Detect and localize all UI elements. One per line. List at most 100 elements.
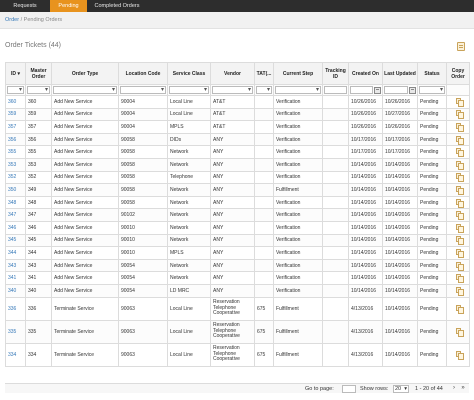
filter-location-code-select[interactable] (120, 86, 166, 94)
order-id-link[interactable]: 343 (5, 258, 26, 273)
table-row[interactable]: 356 356 Add New Service 90058 DIDs ANY Verific… (5, 132, 470, 147)
location-code-cell: 90058 (118, 195, 168, 210)
column-header-tracking-id[interactable]: Tracking ID (322, 62, 349, 85)
table-row[interactable]: 350 349 Add New Service 90058 Network ANY Fulf… (5, 183, 470, 197)
order-id-link[interactable]: 346 (5, 220, 26, 235)
filter-service-class-select[interactable] (169, 86, 209, 94)
order-id-link[interactable]: 341 (5, 271, 26, 285)
copy-icon[interactable] (455, 327, 464, 337)
copy-icon[interactable] (455, 350, 464, 360)
filter-created-on-input[interactable] (350, 86, 373, 94)
tracking-id-cell (322, 233, 349, 248)
table-row[interactable]: 335 335 Terminate Service 90063 Local Line Re… (5, 319, 470, 344)
copy-icon[interactable] (455, 135, 464, 145)
copy-icon[interactable] (455, 286, 464, 296)
status-cell: Pending (417, 107, 447, 122)
table-row[interactable]: 360 360 Add New Service 90004 Local Line AT&T… (5, 95, 470, 109)
column-header-status[interactable]: Status (417, 62, 447, 85)
created-on-cell: 10/26/2016 (348, 95, 383, 109)
filter-id-select[interactable] (7, 86, 24, 94)
copy-icon[interactable] (455, 198, 464, 208)
calendar-icon[interactable] (409, 86, 416, 94)
column-header-id[interactable]: ID ▾ (5, 62, 26, 85)
breadcrumb-order-link[interactable]: Order (5, 17, 19, 23)
order-id-link[interactable]: 355 (5, 145, 26, 159)
column-header-last-updated[interactable]: Last Updated (382, 62, 418, 85)
filter-current-step-select[interactable] (275, 86, 321, 94)
order-id-link[interactable]: 345 (5, 233, 26, 248)
export-icon[interactable] (457, 42, 465, 51)
column-header-tat[interactable]: TAT(... (254, 62, 274, 85)
column-header-master-order[interactable]: Master Order (25, 62, 52, 85)
copy-icon[interactable] (455, 236, 464, 246)
order-id-link[interactable]: 350 (5, 183, 26, 197)
table-row[interactable]: 341 341 Add New Service 90054 Network ANY Veri… (5, 271, 470, 285)
filter-order-type-select[interactable] (53, 86, 117, 94)
table-row[interactable]: 359 359 Add New Service 90004 Local Line AT&T… (5, 107, 470, 122)
table-row[interactable]: 336 336 Terminate Service 90063 Local Line Re… (5, 296, 470, 321)
last-updated-cell: 10/14/2016 (382, 208, 418, 222)
column-header-current-step[interactable]: Current Step (273, 62, 323, 85)
table-row[interactable]: 355 355 Add New Service 90058 Network ANY Veri… (5, 145, 470, 159)
rows-per-page-select[interactable]: 20 ▾ (393, 385, 409, 393)
table-row[interactable]: 345 345 Add New Service 90010 Network ANY Veri… (5, 233, 470, 248)
filter-tracking-id-input[interactable] (324, 86, 347, 94)
tab-completed-orders[interactable]: Completed Orders (87, 0, 147, 12)
table-row[interactable]: 352 352 Add New Service 90058 Telephone ANY Ve… (5, 170, 470, 185)
copy-icon[interactable] (455, 122, 464, 132)
column-header-vendor[interactable]: Vendor (210, 62, 255, 85)
copy-icon[interactable] (455, 223, 464, 233)
table-row[interactable]: 353 353 Add New Service 90058 Network ANY Veri… (5, 157, 470, 172)
column-header-created-on[interactable]: Created On (348, 62, 383, 85)
master-order-cell: 357 (25, 120, 52, 134)
order-id-link[interactable]: 352 (5, 170, 26, 185)
order-id-link[interactable]: 360 (5, 95, 26, 109)
order-id-link[interactable]: 340 (5, 283, 26, 298)
tab-pending-orders[interactable]: Pending Orders (50, 0, 87, 21)
copy-icon[interactable] (455, 97, 464, 107)
copy-icon[interactable] (455, 160, 464, 170)
table-row[interactable]: 343 343 Add New Service 90054 Network ANY Veri… (5, 258, 470, 273)
table-row[interactable]: 357 357 Add New Service 90004 MPLS AT&T Verifi… (5, 120, 470, 134)
table-row[interactable]: 348 348 Add New Service 90058 Network ANY Veri… (5, 195, 470, 210)
column-header-service-class[interactable]: Service Class (167, 62, 211, 85)
order-id-link[interactable]: 347 (5, 208, 26, 222)
filter-tat-select[interactable] (256, 86, 272, 94)
filter-master-order-select[interactable] (27, 86, 50, 94)
filter-vendor-select[interactable] (212, 86, 253, 94)
table-row[interactable]: 334 334 Terminate Service 90063 Local Line Re… (5, 342, 470, 367)
copy-icon[interactable] (455, 185, 464, 195)
order-id-link[interactable]: 353 (5, 157, 26, 172)
table-row[interactable]: 346 346 Add New Service 90010 Network ANY Veri… (5, 220, 470, 235)
order-id-link[interactable]: 336 (5, 296, 26, 321)
copy-icon[interactable] (455, 148, 464, 158)
tab-requests[interactable]: Requests (0, 0, 50, 12)
column-header-order-type[interactable]: Order Type (51, 62, 119, 85)
calendar-icon[interactable] (374, 86, 381, 94)
chevron-right-icon[interactable]: › (451, 385, 457, 393)
copy-icon[interactable] (455, 274, 464, 284)
filter-last-updated-input[interactable] (384, 86, 408, 94)
copy-icon[interactable] (455, 110, 464, 120)
double-chevron-right-icon[interactable]: » (460, 385, 466, 393)
order-id-link[interactable]: 357 (5, 120, 26, 134)
order-id-link[interactable]: 344 (5, 246, 26, 260)
goto-page-input[interactable] (342, 385, 356, 393)
last-updated-cell: 10/27/2016 (382, 107, 418, 122)
vendor-cell: AT&T (210, 107, 255, 122)
column-header-location-code[interactable]: Location Code (118, 62, 168, 85)
copy-icon[interactable] (455, 211, 464, 221)
order-id-link[interactable]: 359 (5, 107, 26, 122)
copy-icon[interactable] (455, 248, 464, 258)
order-id-link[interactable]: 348 (5, 195, 26, 210)
table-row[interactable]: 347 347 Add New Service 90102 Network ANY Veri… (5, 208, 470, 222)
table-row[interactable]: 344 344 Add New Service 90010 MPLS ANY Verific… (5, 246, 470, 260)
order-id-link[interactable]: 334 (5, 342, 26, 367)
copy-icon[interactable] (455, 173, 464, 183)
order-id-link[interactable]: 335 (5, 319, 26, 344)
table-row[interactable]: 340 340 Add New Service 90054 LD MRC ANY Verif… (5, 283, 470, 298)
copy-icon[interactable] (455, 304, 464, 314)
order-id-link[interactable]: 356 (5, 132, 26, 147)
filter-status-select[interactable] (419, 86, 445, 94)
copy-icon[interactable] (455, 261, 464, 271)
